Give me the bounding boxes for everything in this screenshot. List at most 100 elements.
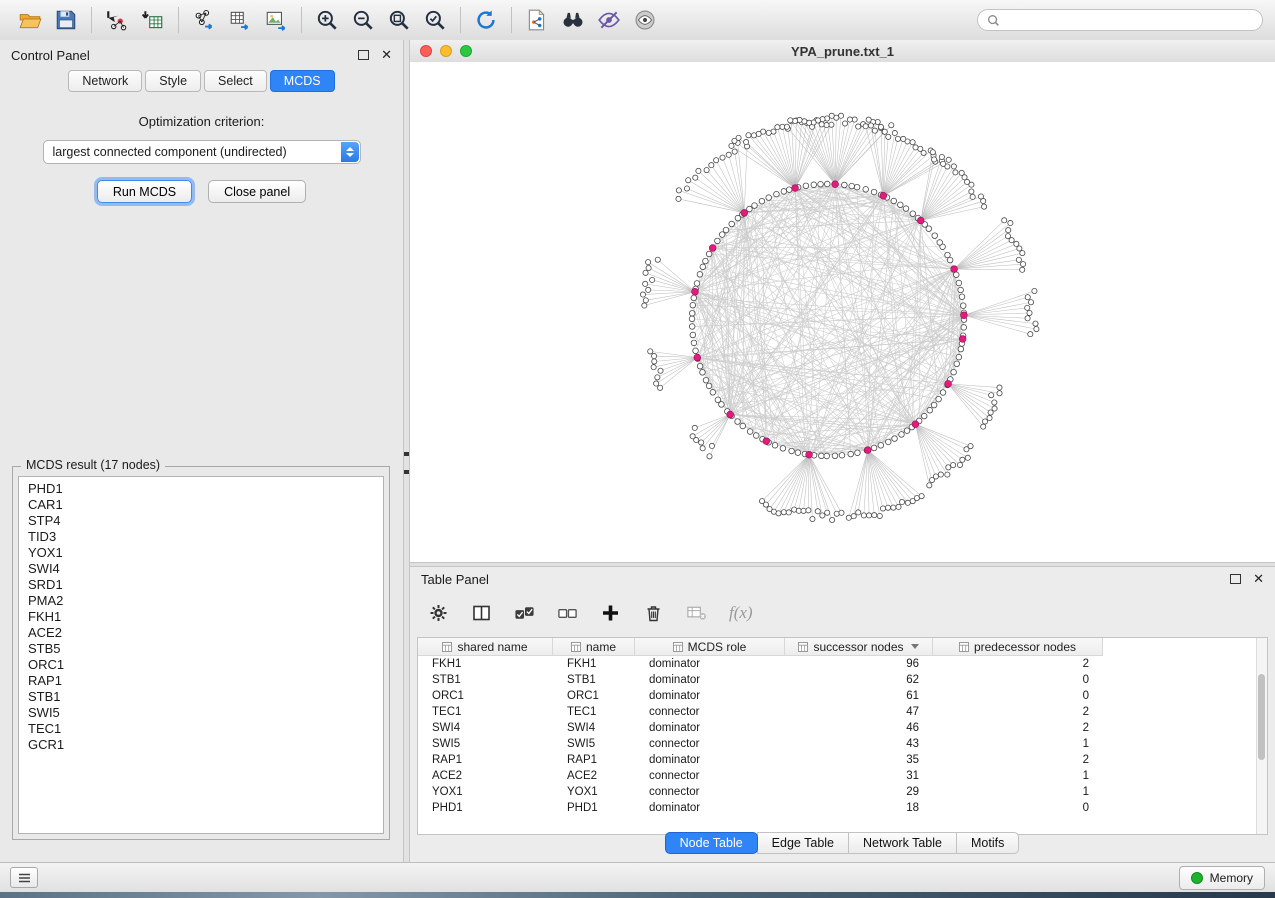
toolbar-separator xyxy=(511,7,512,33)
export-table-button[interactable] xyxy=(222,5,258,35)
table-row[interactable]: ACE2ACE2connector311 xyxy=(418,768,1267,784)
table-row[interactable]: SWI5SWI5connector431 xyxy=(418,736,1267,752)
table-row[interactable]: SWI4SWI4dominator462 xyxy=(418,720,1267,736)
result-node[interactable]: ORC1 xyxy=(28,657,374,673)
export-image-button[interactable] xyxy=(258,5,294,35)
result-node[interactable]: GCR1 xyxy=(28,737,374,753)
result-node[interactable]: STP4 xyxy=(28,513,374,529)
export-web-button[interactable] xyxy=(519,5,555,35)
table-cell: 35 xyxy=(785,754,933,766)
run-mcds-button[interactable]: Run MCDS xyxy=(97,180,192,203)
tab-network[interactable]: Network xyxy=(68,70,142,92)
criterion-dropdown[interactable]: largest connected component (undirected) xyxy=(43,140,361,164)
result-node[interactable]: SWI4 xyxy=(28,561,374,577)
memory-button[interactable]: Memory xyxy=(1179,866,1265,890)
network-canvas[interactable] xyxy=(410,62,1275,562)
import-network-icon xyxy=(105,8,129,32)
tab-mcds[interactable]: MCDS xyxy=(270,70,335,92)
result-node[interactable]: STB1 xyxy=(28,689,374,705)
find-icon xyxy=(561,8,585,32)
deselect-all-button[interactable] xyxy=(557,603,578,623)
import-network-button[interactable] xyxy=(99,5,135,35)
save-session-button[interactable] xyxy=(48,5,84,35)
close-window-icon[interactable] xyxy=(420,45,432,57)
result-node[interactable]: YOX1 xyxy=(28,545,374,561)
tab-style[interactable]: Style xyxy=(145,70,201,92)
table-row[interactable]: YOX1YOX1connector291 xyxy=(418,784,1267,800)
zoom-out-button[interactable] xyxy=(345,5,381,35)
network-graph[interactable] xyxy=(410,62,1275,562)
table-row[interactable]: PHD1PHD1dominator180 xyxy=(418,800,1267,816)
result-node[interactable]: TEC1 xyxy=(28,721,374,737)
mcds-result-list: PHD1CAR1STP4TID3YOX1SWI4SRD1PMA2FKH1ACE2… xyxy=(18,476,384,834)
table-panel-header: Table Panel ✕ xyxy=(410,567,1275,591)
zoom-fit-button[interactable] xyxy=(381,5,417,35)
column-header-successor-nodes[interactable]: successor nodes xyxy=(785,638,933,656)
close-table-panel-icon[interactable]: ✕ xyxy=(1253,574,1264,584)
result-node[interactable]: CAR1 xyxy=(28,497,374,513)
toggle-graphics-button[interactable] xyxy=(591,5,627,35)
birdseye-button[interactable] xyxy=(627,5,663,35)
tab-node-table[interactable]: Node Table xyxy=(665,832,758,854)
function-disabled-button[interactable] xyxy=(686,603,707,623)
tab-motifs[interactable]: Motifs xyxy=(956,832,1019,854)
panel-menu-button[interactable] xyxy=(10,867,38,888)
table-row[interactable]: FKH1FKH1dominator962 xyxy=(418,656,1267,672)
table-row[interactable]: RAP1RAP1dominator352 xyxy=(418,752,1267,768)
table-scrollbar[interactable] xyxy=(1256,638,1267,834)
table-row[interactable]: STB1STB1dominator620 xyxy=(418,672,1267,688)
add-button[interactable] xyxy=(600,603,621,623)
export-network-button[interactable] xyxy=(186,5,222,35)
zoom-selected-icon xyxy=(423,8,447,32)
search-box[interactable] xyxy=(977,9,1263,31)
find-button[interactable] xyxy=(555,5,591,35)
result-node[interactable]: ACE2 xyxy=(28,625,374,641)
result-node[interactable]: RAP1 xyxy=(28,673,374,689)
table-cell: 96 xyxy=(785,658,933,670)
zoom-selected-button[interactable] xyxy=(417,5,453,35)
result-node[interactable]: PMA2 xyxy=(28,593,374,609)
deselect-all-icon xyxy=(557,603,578,623)
result-node[interactable]: PHD1 xyxy=(28,481,374,497)
column-header-MCDS-role[interactable]: MCDS role xyxy=(635,638,785,656)
column-header-predecessor-nodes[interactable]: predecessor nodes xyxy=(933,638,1103,656)
result-node[interactable]: FKH1 xyxy=(28,609,374,625)
search-input[interactable] xyxy=(1006,12,1253,28)
column-header-label: successor nodes xyxy=(813,640,903,654)
minimize-window-icon[interactable] xyxy=(440,45,452,57)
open-session-button[interactable] xyxy=(12,5,48,35)
select-all-button[interactable] xyxy=(514,603,535,623)
import-table-button[interactable] xyxy=(135,5,171,35)
result-node[interactable]: TID3 xyxy=(28,529,374,545)
table-cell: connector xyxy=(635,786,785,798)
close-panel-button[interactable]: Close panel xyxy=(208,180,306,203)
maximize-window-icon[interactable] xyxy=(460,45,472,57)
result-node[interactable]: SWI5 xyxy=(28,705,374,721)
table-row[interactable]: ORC1ORC1dominator610 xyxy=(418,688,1267,704)
result-node[interactable]: SRD1 xyxy=(28,577,374,593)
delete-button[interactable] xyxy=(643,603,664,623)
function-builder-button[interactable]: f(x) xyxy=(729,603,753,623)
sort-desc-icon[interactable] xyxy=(911,644,919,649)
tab-edge-table[interactable]: Edge Table xyxy=(757,832,849,854)
scrollbar-thumb[interactable] xyxy=(1258,674,1265,760)
mcds-result-title: MCDS result (17 nodes) xyxy=(21,458,165,472)
splitter-handle-icon[interactable] xyxy=(404,452,409,474)
float-panel-icon[interactable] xyxy=(358,50,369,60)
column-header-shared-name[interactable]: shared name xyxy=(418,638,553,656)
zoom-in-button[interactable] xyxy=(309,5,345,35)
show-columns-button[interactable] xyxy=(471,603,492,623)
apply-layout-button[interactable] xyxy=(468,5,504,35)
table-row[interactable]: TEC1TEC1connector472 xyxy=(418,704,1267,720)
close-panel-icon[interactable]: ✕ xyxy=(381,50,392,60)
column-header-name[interactable]: name xyxy=(553,638,635,656)
column-settings-button[interactable] xyxy=(428,603,449,623)
table-cell: 46 xyxy=(785,722,933,734)
result-node[interactable]: STB5 xyxy=(28,641,374,657)
table-cell: dominator xyxy=(635,754,785,766)
tab-select[interactable]: Select xyxy=(204,70,267,92)
table-cell: 2 xyxy=(933,658,1103,670)
float-table-panel-icon[interactable] xyxy=(1230,574,1241,584)
tab-network-table[interactable]: Network Table xyxy=(848,832,957,854)
vertical-splitter[interactable] xyxy=(403,40,410,862)
